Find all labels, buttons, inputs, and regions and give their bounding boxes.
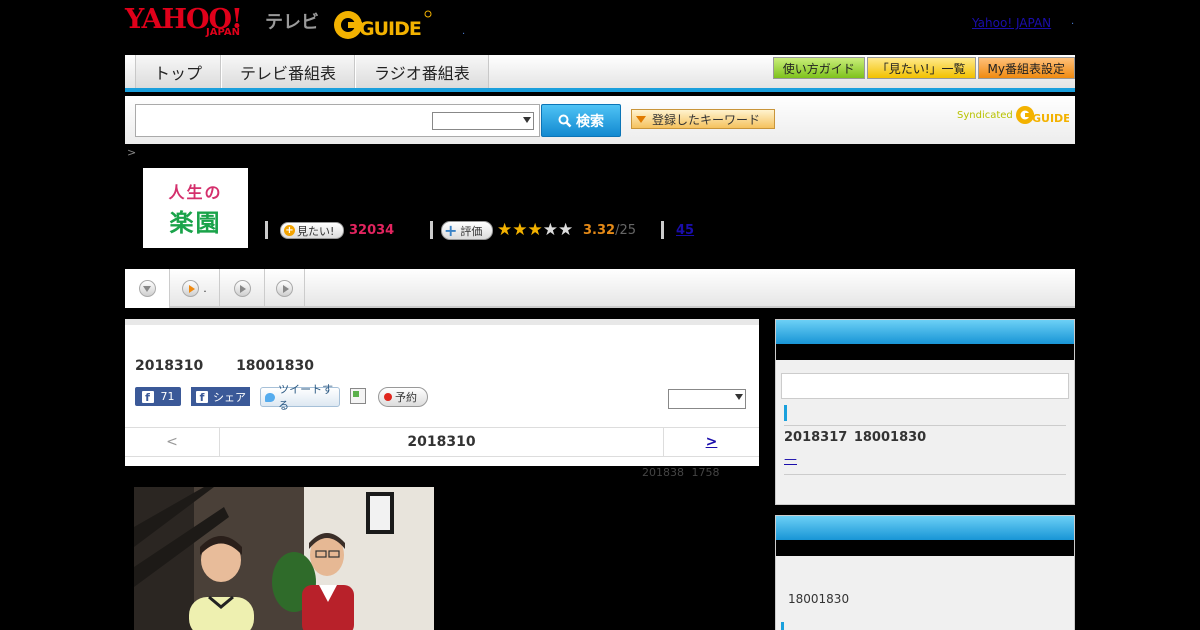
pager-prev[interactable]: <	[125, 427, 220, 457]
chevron-down-icon	[523, 117, 531, 123]
breadcrumb: >	[127, 146, 137, 159]
program-logo-line2: 楽園	[169, 208, 222, 237]
program-logo-line1: 人生の	[168, 182, 223, 202]
facebook-count: 71	[160, 390, 175, 403]
nav-right-buttons: 使い方ガイド 「見たい!」一覧 My番組表設定	[772, 57, 1075, 79]
nav-tab-top[interactable]: トップ	[135, 55, 222, 88]
rate-label: 評価	[460, 224, 483, 238]
next-broadcast-box	[775, 319, 1075, 505]
pager-current-date: 2018310	[407, 434, 476, 450]
rate-button[interactable]: + 評価	[441, 221, 493, 240]
star-empty-icon: ★	[542, 220, 558, 240]
divider	[430, 221, 433, 239]
tv-label: テレビ	[265, 12, 319, 33]
gguide-small-logo: GUIDE	[1015, 106, 1069, 125]
reserve-label: 予約	[395, 391, 417, 404]
registered-keyword-label: 登録したキーワード	[652, 112, 761, 127]
nav-tab-tv-schedule[interactable]: テレビ番組表	[221, 55, 356, 88]
star-filled-icon: ★	[497, 220, 513, 240]
tab-3[interactable]	[220, 269, 265, 308]
dropdown-arrow-icon	[636, 115, 646, 123]
yahoo-japan-sublabel: JAPAN	[206, 27, 240, 38]
calendar-add-icon[interactable]	[350, 388, 366, 404]
nav-tabs: トップ テレビ番組表 ラジオ番組表	[135, 55, 489, 88]
divider	[784, 425, 1066, 426]
plus-icon: +	[444, 220, 458, 240]
sidebar-accent	[784, 405, 787, 421]
search-button[interactable]: 検索	[541, 104, 621, 137]
facebook-share-label: シェア	[213, 390, 246, 404]
twitter-icon	[265, 392, 276, 402]
syndicated-label: Syndicated	[957, 109, 1013, 121]
tab-4[interactable]	[265, 269, 305, 308]
header-dot: .	[462, 26, 466, 37]
facebook-like-button[interactable]: f 71	[135, 387, 181, 406]
play-icon	[182, 280, 200, 297]
svg-text:GUIDE: GUIDE	[359, 18, 421, 40]
episode-date-title: 2018310 18001830	[135, 358, 314, 374]
syndicated-gguide-logo: Syndicated GUIDE	[957, 104, 1069, 126]
search-category-select[interactable]	[432, 112, 534, 130]
svg-text:GUIDE: GUIDE	[1032, 112, 1069, 125]
play-icon	[276, 280, 293, 297]
sidebar-header	[776, 320, 1074, 344]
gguide-logo[interactable]: GUIDE	[333, 8, 433, 42]
chevron-down-icon	[735, 394, 743, 400]
record-icon	[384, 393, 392, 401]
sidebar-accent	[781, 622, 784, 630]
registered-keyword-button[interactable]: 登録したキーワード	[631, 109, 775, 129]
play-icon	[233, 280, 251, 297]
chevron-down-icon	[138, 280, 156, 297]
nav-tab-radio-schedule[interactable]: ラジオ番組表	[355, 55, 489, 88]
broadcast-time: 18001830	[788, 592, 850, 606]
sidebar-header-strip	[776, 344, 1074, 360]
my-schedule-button[interactable]: My番組表設定	[977, 57, 1075, 79]
facebook-icon: f	[196, 390, 208, 404]
reserve-button[interactable]: 予約	[378, 387, 428, 407]
mitai-count: 32034	[349, 223, 395, 238]
header-dot-2: .	[1071, 16, 1075, 27]
program-thumbnail: 人生の 楽園	[143, 168, 248, 248]
star-rating: ★ ★ ★ ★ ★	[497, 221, 573, 239]
search-icon	[558, 114, 572, 127]
tweet-button[interactable]: ツイートする	[260, 383, 340, 412]
review-count-link[interactable]: 45	[676, 223, 694, 238]
rating-max: /25	[615, 223, 636, 238]
search-button-label: 検索	[576, 113, 604, 130]
broadcast-info-box	[775, 515, 1075, 630]
divider	[784, 474, 1066, 475]
sidebar-header	[776, 516, 1074, 540]
divider	[661, 221, 664, 239]
star-filled-icon: ★	[512, 220, 528, 240]
facebook-icon: f	[141, 390, 154, 404]
yahoo-japan-link[interactable]: Yahoo! JAPAN	[972, 16, 1051, 30]
tab-main[interactable]	[125, 269, 170, 308]
guide-button[interactable]: 使い方ガイド	[772, 57, 865, 79]
facebook-share-button[interactable]: f シェア	[191, 387, 250, 406]
star-filled-icon: ★	[527, 220, 543, 240]
mitai-button[interactable]: + 見たい!	[280, 222, 344, 239]
sidebar-header-strip	[776, 540, 1074, 556]
updated-timestamp: 201838 1758	[642, 466, 720, 479]
next-broadcast-link[interactable]: —	[784, 452, 797, 467]
mitai-list-button[interactable]: 「見たい!」一覧	[866, 57, 976, 79]
sidebar-notice	[781, 373, 1069, 399]
tab-2[interactable]: .	[170, 269, 220, 308]
tweet-label: ツイートする	[278, 383, 334, 412]
rating-value: 3.32/25	[583, 223, 636, 238]
divider	[265, 221, 268, 239]
episode-select[interactable]	[668, 389, 746, 409]
plus-icon: +	[284, 225, 295, 236]
next-broadcast-date: 2018317 18001830	[784, 430, 927, 445]
mitai-label: 見たい!	[297, 224, 335, 238]
star-empty-icon: ★	[558, 220, 574, 240]
episode-photo	[134, 487, 434, 630]
pager-next[interactable]: >	[663, 427, 759, 457]
rating-score: 3.32	[583, 223, 616, 238]
tab-2-label: .	[203, 282, 207, 295]
